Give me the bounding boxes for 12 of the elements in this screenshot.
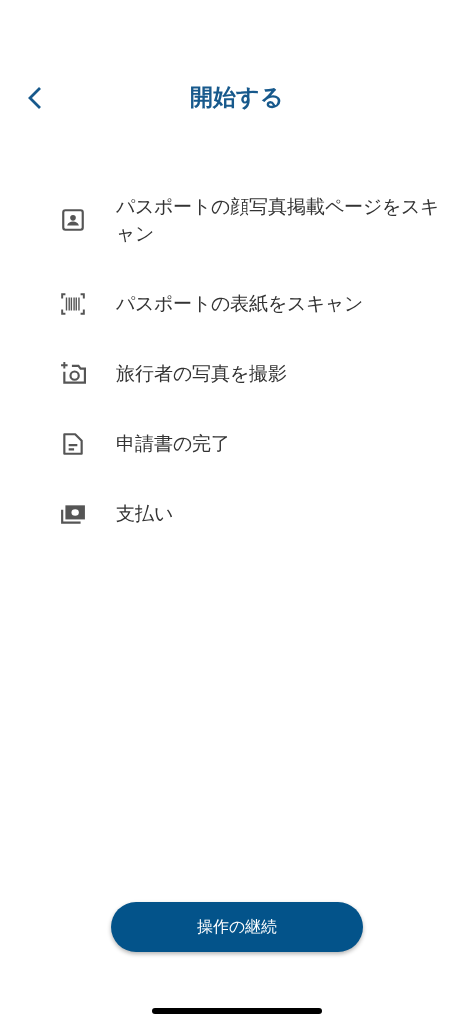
document-icon: [60, 430, 86, 457]
step-label: パスポートの顔写真掲載ページをスキャン: [116, 194, 440, 246]
id-card-icon: [60, 207, 86, 233]
barcode-scan-icon: [60, 290, 86, 317]
add-camera-icon: [60, 360, 86, 387]
step-label: 申請書の完了: [116, 431, 230, 456]
step-label: 支払い: [116, 501, 173, 526]
back-icon[interactable]: [26, 86, 44, 110]
page-title: 開始する: [189, 82, 284, 112]
continue-button[interactable]: 操作の継続: [110, 902, 363, 952]
step-label: 旅行者の写真を撮影: [116, 361, 287, 386]
step-label: パスポートの表紙をスキャン: [116, 291, 363, 316]
